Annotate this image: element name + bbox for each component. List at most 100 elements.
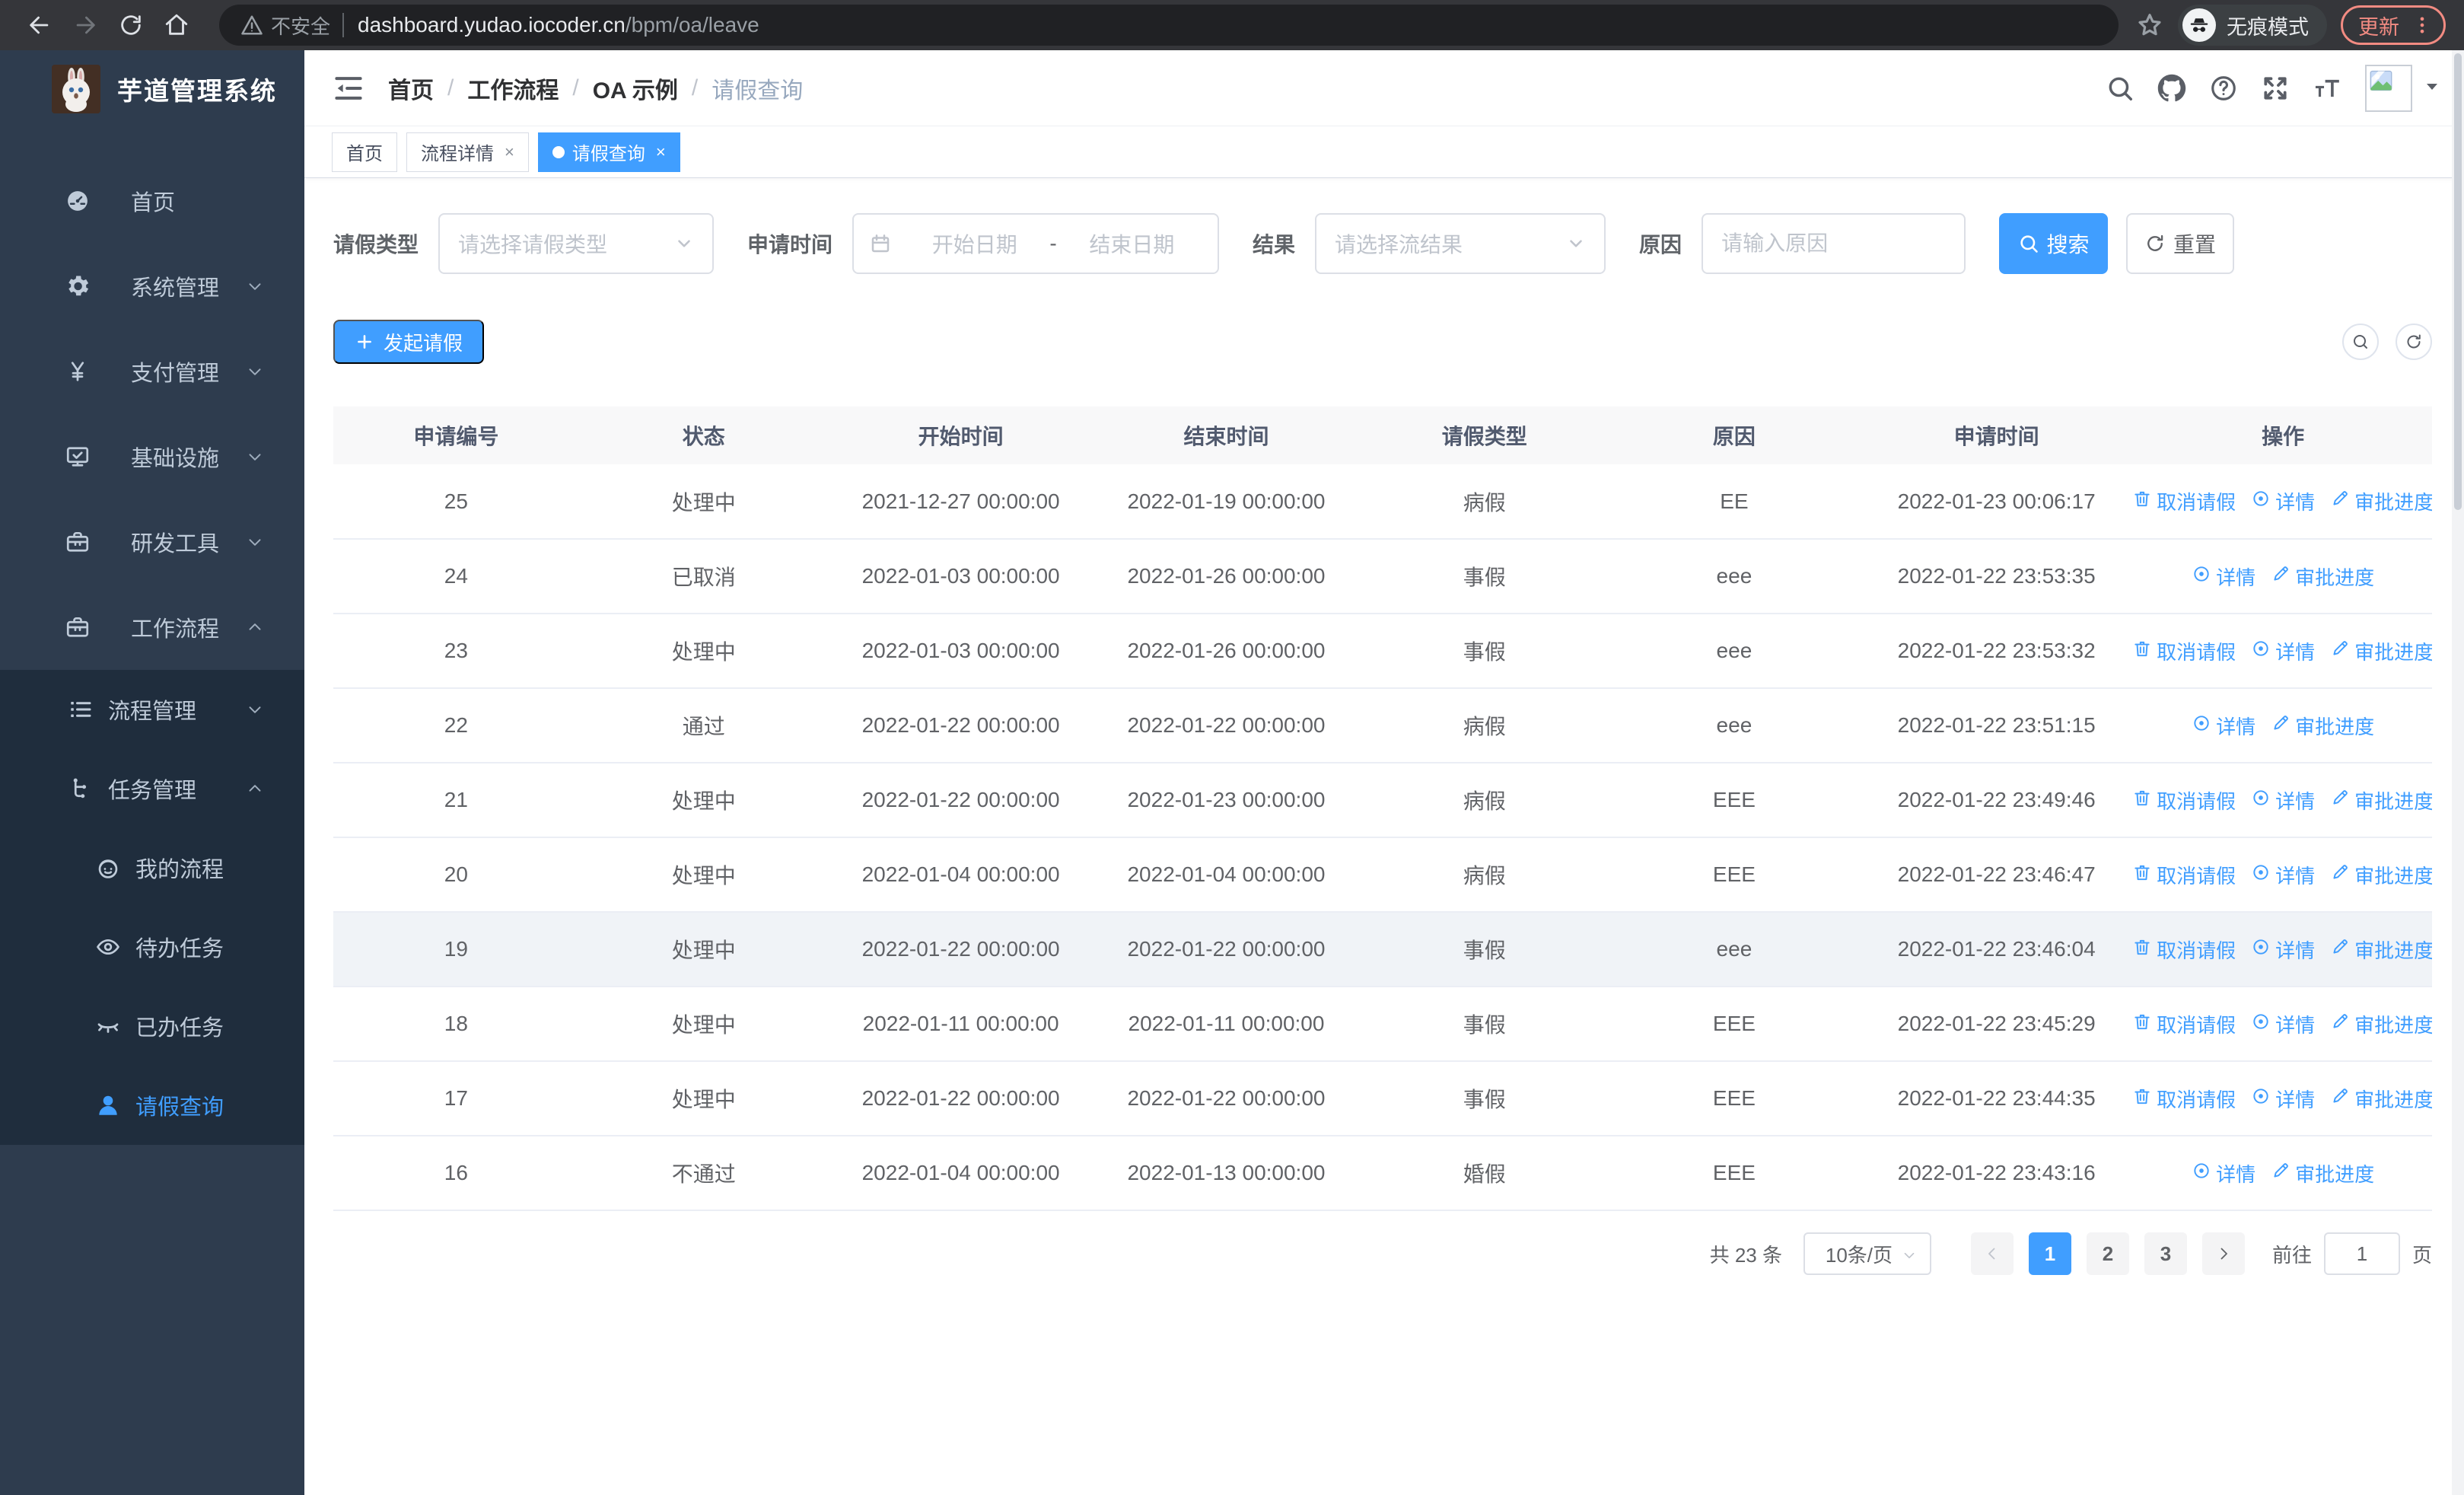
- progress-link[interactable]: 审批进度: [2330, 1085, 2432, 1113]
- sidebar-item-请假查询[interactable]: 请假查询: [0, 1066, 304, 1145]
- breadcrumb-item-3[interactable]: OA 示例: [593, 72, 678, 105]
- detail-link[interactable]: 详情: [2251, 1010, 2315, 1038]
- browser-menu-icon[interactable]: [2411, 14, 2433, 36]
- cell-reason: eee: [1609, 614, 1859, 689]
- sidebar-item-工作流程[interactable]: 工作流程: [0, 585, 304, 670]
- page-scrollbar[interactable]: [2452, 50, 2464, 1495]
- scrollbar-thumb[interactable]: [2454, 53, 2462, 510]
- sidebar-item-任务管理[interactable]: 任务管理: [0, 749, 304, 828]
- create-leave-button[interactable]: 发起请假: [333, 320, 485, 364]
- cancel-link[interactable]: 取消请假: [2134, 786, 2236, 814]
- cancel-link[interactable]: 取消请假: [2134, 936, 2236, 964]
- progress-link[interactable]: 审批进度: [2330, 1010, 2432, 1038]
- chevron-down-icon: [245, 447, 265, 467]
- detail-label: 详情: [2275, 1013, 2316, 1037]
- reload-icon[interactable]: [114, 8, 148, 42]
- cell-apply: 2022-01-22 23:46:47: [1859, 837, 2135, 913]
- page-button-2[interactable]: 2: [2086, 1232, 2129, 1275]
- sidebar-menu: 首页系统管理 支付管理 基础设施研发工具工作流程 流程管理 任务管理 我的流程 待办任务 已办…: [0, 158, 304, 1145]
- row-actions: 取消请假 详情 审批进度: [2134, 487, 2432, 515]
- detail-link[interactable]: 详情: [2251, 487, 2315, 515]
- tab-请假查询[interactable]: 请假查询 ×: [537, 132, 680, 172]
- sidebar-item-基础设施[interactable]: 基础设施: [0, 414, 304, 499]
- toggle-search-button[interactable]: [2342, 324, 2379, 360]
- progress-link[interactable]: 审批进度: [2330, 637, 2432, 665]
- search-button[interactable]: 搜索: [1999, 213, 2109, 274]
- next-page-button[interactable]: [2201, 1232, 2245, 1275]
- sidebar-item-首页[interactable]: 首页: [0, 158, 304, 244]
- detail-link[interactable]: 详情: [2251, 637, 2315, 665]
- close-icon[interactable]: ×: [505, 142, 514, 162]
- progress-link[interactable]: 审批进度: [2330, 936, 2432, 964]
- sidebar-item-研发工具[interactable]: 研发工具: [0, 499, 304, 585]
- cancel-link[interactable]: 取消请假: [2134, 637, 2236, 665]
- sidebar-fold-icon[interactable]: [332, 72, 365, 105]
- bookmark-star-icon[interactable]: [2135, 11, 2164, 40]
- view-icon: [2192, 713, 2216, 738]
- date-range-picker[interactable]: 开始日期 - 结束日期: [852, 213, 1220, 274]
- detail-link[interactable]: 详情: [2192, 563, 2255, 591]
- page-button-1[interactable]: 1: [2028, 1232, 2071, 1275]
- sidebar-item-我的流程[interactable]: 我的流程: [0, 828, 304, 907]
- prev-page-button[interactable]: [1970, 1232, 2014, 1275]
- progress-link[interactable]: 审批进度: [2330, 487, 2432, 515]
- page-button-3[interactable]: 3: [2144, 1232, 2187, 1275]
- sidebar-item-已办任务[interactable]: 已办任务: [0, 987, 304, 1066]
- apply-time-label: 申请时间: [747, 233, 833, 257]
- cancel-link[interactable]: 取消请假: [2134, 1010, 2236, 1038]
- progress-link[interactable]: 审批进度: [2330, 786, 2432, 814]
- sidebar-item-待办任务[interactable]: 待办任务: [0, 907, 304, 987]
- progress-link[interactable]: 审批进度: [2271, 1159, 2374, 1187]
- active-tab-dot: [552, 145, 565, 158]
- cancel-link[interactable]: 取消请假: [2134, 487, 2236, 515]
- detail-link[interactable]: 详情: [2192, 712, 2255, 740]
- close-icon[interactable]: ×: [656, 142, 666, 162]
- search-icon[interactable]: [2105, 73, 2135, 104]
- refresh-table-button[interactable]: [2396, 324, 2432, 360]
- fullscreen-icon[interactable]: [2260, 73, 2291, 104]
- breadcrumb-item-2[interactable]: 工作流程: [467, 72, 559, 105]
- cell-end: 2022-01-23 00:00:00: [1093, 763, 1360, 838]
- result-select[interactable]: 请选择流结果: [1315, 213, 1606, 274]
- goto-page-input[interactable]: [2323, 1232, 2400, 1275]
- leave-type-select[interactable]: 请选择请假类型: [438, 213, 715, 274]
- detail-link[interactable]: 详情: [2251, 936, 2315, 964]
- sidebar-item-label: 首页: [131, 191, 176, 215]
- app-logo-row[interactable]: 芋道管理系统: [0, 50, 304, 128]
- sidebar-item-系统管理[interactable]: 系统管理: [0, 244, 304, 329]
- progress-link[interactable]: 审批进度: [2271, 712, 2374, 740]
- detail-link[interactable]: 详情: [2192, 1159, 2255, 1187]
- reason-input[interactable]: [1702, 213, 1966, 274]
- tab-流程详情[interactable]: 流程详情 ×: [406, 132, 529, 172]
- home-icon[interactable]: [160, 8, 193, 42]
- chrome-update-button[interactable]: 更新: [2341, 5, 2446, 45]
- detail-link[interactable]: 详情: [2251, 1085, 2315, 1113]
- github-icon[interactable]: [2157, 73, 2187, 104]
- detail-link[interactable]: 详情: [2251, 861, 2315, 889]
- back-icon[interactable]: [23, 8, 56, 42]
- breadcrumb-item-1[interactable]: 首页: [388, 72, 434, 105]
- cancel-link[interactable]: 取消请假: [2134, 1085, 2236, 1113]
- cancel-link[interactable]: 取消请假: [2134, 861, 2236, 889]
- sidebar-item-支付管理[interactable]: 支付管理: [0, 329, 304, 414]
- progress-link[interactable]: 审批进度: [2271, 563, 2374, 591]
- sidebar-item-流程管理[interactable]: 流程管理: [0, 670, 304, 749]
- avatar[interactable]: [2365, 64, 2412, 112]
- reason-group: [1702, 213, 1966, 274]
- forward-icon[interactable]: [68, 8, 102, 42]
- broken-image-icon: [2370, 70, 2392, 91]
- avatar-caret-icon[interactable]: [2423, 77, 2441, 99]
- reset-button[interactable]: 重置: [2126, 213, 2235, 274]
- page-size-select[interactable]: 10条/页: [1803, 1232, 1931, 1275]
- progress-link[interactable]: 审批进度: [2330, 861, 2432, 889]
- apply-time-group: 开始日期 - 结束日期: [852, 213, 1220, 274]
- sidebar-item-label: 研发工具: [131, 532, 220, 556]
- help-icon[interactable]: [2208, 73, 2239, 104]
- tab-首页[interactable]: 首页: [332, 132, 397, 172]
- incognito-badge: 无痕模式: [2178, 5, 2327, 46]
- address-bar[interactable]: 不安全 dashboard.yudao.iocoder.cn/bpm/oa/le…: [219, 5, 2119, 46]
- cell-id: 24: [333, 539, 579, 614]
- tags-view: 首页 流程详情 × 请假查询 ×: [304, 126, 2464, 178]
- font-size-icon[interactable]: [2312, 73, 2342, 104]
- detail-link[interactable]: 详情: [2251, 786, 2315, 814]
